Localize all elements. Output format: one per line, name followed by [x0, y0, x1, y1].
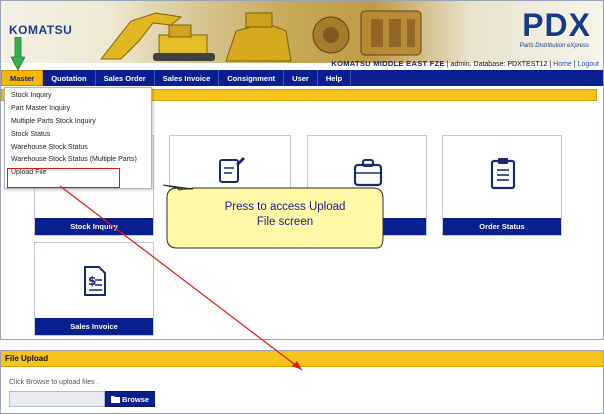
invoice-dollar-icon: $	[84, 266, 106, 296]
user-details: | admin, Database: PDXTEST12 |	[446, 61, 552, 68]
pdx-logo: PDX	[522, 7, 591, 43]
nav-quotation[interactable]: Quotation	[43, 70, 96, 86]
callout-line-2: File screen	[256, 216, 314, 228]
card-label: Sales Invoice	[35, 318, 153, 335]
logout-link[interactable]: Logout	[578, 61, 599, 68]
main-nav: Master Quotation Sales Order Sales Invoi…	[1, 70, 603, 86]
menu-item-warehouse-stock-status[interactable]: Warehouse Stock Status	[5, 142, 151, 155]
header-banner: KOMATSU PDX Parts Distribution eXpress	[1, 1, 603, 63]
menu-item-multiple-parts-stock-inquiry[interactable]: Multiple Parts Stock Inquiry	[5, 116, 151, 129]
menu-item-part-master-inquiry[interactable]: Part Master Inquiry	[5, 103, 151, 116]
card-order-status[interactable]: Order Status	[442, 135, 562, 236]
file-path-input[interactable]	[9, 391, 105, 407]
nav-sales-order[interactable]: Sales Order	[96, 70, 155, 86]
nav-master[interactable]: Master	[1, 70, 44, 86]
app-window: KOMATSU PDX Parts Distribution eXpress K…	[0, 0, 604, 340]
nav-sales-invoice[interactable]: Sales Invoice	[155, 70, 220, 86]
komatsu-logo: KOMATSU	[9, 23, 73, 37]
user-info-row: KOMATSU MIDDLE EAST FZE | admin, Databas…	[301, 58, 603, 69]
nav-consignment[interactable]: Consignment	[219, 70, 285, 86]
card-label: Stock Inquiry	[35, 218, 153, 235]
upload-file-highlight-box	[7, 168, 120, 188]
file-upload-title: File Upload	[1, 351, 603, 367]
card-sales-invoice[interactable]: $ Sales Invoice	[34, 242, 154, 336]
browse-label: Browse	[121, 394, 150, 404]
menu-item-stock-inquiry[interactable]: Stock Inquiry	[5, 90, 151, 103]
nav-help[interactable]: Help	[318, 70, 352, 86]
banner-machinery-image	[99, 10, 422, 62]
company-name: KOMATSU MIDDLE EAST FZE	[331, 59, 445, 68]
menu-item-stock-status[interactable]: Stock Status	[5, 129, 151, 142]
callout-line-1: Press to access Upload	[224, 201, 346, 213]
file-upload-panel: File Upload Click Browse to upload files…	[0, 350, 604, 414]
pdx-subtitle: Parts Distribution eXpress	[519, 43, 589, 49]
edit-document-icon	[219, 157, 245, 183]
card-label: Order Status	[443, 218, 561, 235]
upload-hint-text: Click Browse to upload files .	[9, 379, 99, 386]
link-separator: |	[573, 61, 576, 68]
menu-item-warehouse-stock-status-multiple[interactable]: Warehouse Stock Status (Multiple Parts)	[5, 154, 151, 167]
callout-text: Press to access Upload File screen	[193, 200, 377, 230]
browse-button[interactable]: Browse	[105, 391, 155, 407]
home-link[interactable]: Home	[553, 61, 572, 68]
nav-user[interactable]: User	[284, 70, 318, 86]
folder-icon	[110, 396, 120, 403]
svg-text:$: $	[88, 274, 96, 288]
clipboard-icon	[490, 158, 516, 190]
screenshot-root: KOMATSU PDX Parts Distribution eXpress K…	[0, 0, 604, 414]
green-down-arrow-icon	[11, 37, 25, 71]
